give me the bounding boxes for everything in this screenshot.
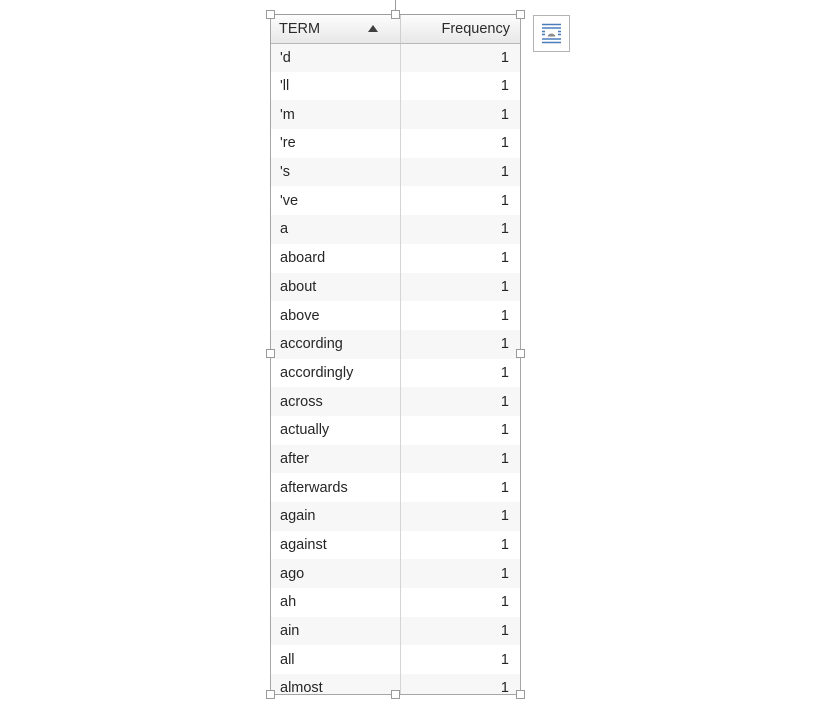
table-row[interactable]: ah 1: [271, 588, 520, 617]
cell-term: all: [271, 645, 401, 675]
table-row[interactable]: aboard 1: [271, 243, 520, 273]
cell-term: 've: [271, 186, 401, 216]
cell-term: about: [271, 272, 401, 302]
table-row[interactable]: 're 1: [271, 129, 520, 158]
column-header-frequency[interactable]: Frequency: [400, 15, 520, 44]
cell-frequency: 1: [400, 71, 520, 101]
cell-frequency: 1: [400, 588, 520, 617]
layout-options-button[interactable]: [533, 15, 570, 52]
resize-handle-middle-right[interactable]: [516, 349, 525, 358]
cell-frequency: 1: [400, 157, 520, 187]
table-row[interactable]: a1: [271, 215, 520, 244]
cell-frequency: 1: [400, 186, 520, 216]
table-header: TERM Frequency: [271, 15, 520, 44]
resize-handle-top-left[interactable]: [266, 10, 275, 19]
term-frequency-table: TERM Frequency 'd 1'll 1'm 1're 1's 1've 1 a 1 ab…: [271, 15, 520, 694]
table-row[interactable]: ago 1: [271, 559, 520, 589]
cell-term: according: [271, 329, 401, 359]
cell-term: accordingly: [271, 358, 401, 388]
table-row[interactable]: 's 1: [271, 157, 520, 187]
cell-frequency: 1: [400, 530, 520, 560]
cell-term: across: [271, 387, 401, 416]
resize-handle-top-center[interactable]: [391, 10, 400, 19]
table-row[interactable]: after 1: [271, 444, 520, 474]
table-row[interactable]: across 1: [271, 387, 520, 416]
table-row[interactable]: 'm 1: [271, 100, 520, 130]
table-row[interactable]: afterwards 1: [271, 473, 520, 502]
table-row[interactable]: 've 1: [271, 186, 520, 216]
cell-frequency: 1: [400, 559, 520, 589]
cell-frequency: 1: [400, 43, 520, 72]
cell-term: again: [271, 502, 401, 531]
column-header-frequency-label: Frequency: [441, 20, 510, 37]
cell-frequency: 1: [400, 674, 520, 694]
cell-term: 'm: [271, 100, 401, 130]
layout-options-icon: [542, 23, 561, 44]
resize-handle-top-right[interactable]: [516, 10, 525, 19]
cell-term: after: [271, 444, 401, 474]
cell-term: afterwards: [271, 473, 401, 502]
cell-frequency: 1: [400, 100, 520, 130]
table-body: 'd 1'll 1'm 1're 1's 1've 1 a 1 aboard 1 about 1 abov…: [271, 43, 520, 694]
resize-handle-bottom-right[interactable]: [516, 690, 525, 699]
term-frequency-table-object[interactable]: TERM Frequency 'd 1'll 1'm 1're 1's 1've 1 a 1 ab…: [270, 14, 521, 695]
cell-frequency: 1: [400, 387, 520, 416]
cell-frequency: 1: [400, 129, 520, 158]
sort-ascending-icon: [367, 25, 378, 33]
cell-term: against: [271, 530, 401, 560]
cell-term: a: [271, 215, 401, 244]
table-row[interactable]: all 1: [271, 645, 520, 675]
table-row[interactable]: according 1: [271, 329, 520, 359]
cell-frequency: 1: [400, 415, 520, 445]
cell-frequency: 1: [400, 444, 520, 474]
column-header-term-label: TERM: [279, 20, 321, 37]
cell-term: above: [271, 301, 401, 330]
table-row[interactable]: about 1: [271, 272, 520, 302]
resize-handle-bottom-left[interactable]: [266, 690, 275, 699]
table-header-row: TERM Frequency: [271, 15, 520, 44]
cell-term: 're: [271, 129, 401, 158]
cell-term: aboard: [271, 243, 401, 273]
cell-frequency: 1: [400, 301, 520, 330]
table-row[interactable]: 'll 1: [271, 71, 520, 101]
document-canvas: TERM Frequency 'd 1'll 1'm 1're 1's 1've 1 a 1 ab…: [0, 0, 813, 704]
table-row[interactable]: actually 1: [271, 415, 520, 445]
table-row[interactable]: 'd 1: [271, 43, 520, 72]
cell-frequency: 1: [400, 329, 520, 359]
table-row[interactable]: ain 1: [271, 616, 520, 646]
table-row[interactable]: against 1: [271, 530, 520, 560]
cell-frequency: 1: [400, 272, 520, 302]
cell-frequency: 1: [400, 358, 520, 388]
cell-term: 's: [271, 157, 401, 187]
cell-frequency: 1: [400, 645, 520, 675]
cell-term: actually: [271, 415, 401, 445]
cell-term: ago: [271, 559, 401, 589]
table-row[interactable]: accordingly 1: [271, 358, 520, 388]
resize-handle-bottom-center[interactable]: [391, 690, 400, 699]
column-header-term[interactable]: TERM: [271, 15, 401, 44]
cell-term: 'd: [271, 43, 401, 72]
cell-term: ain: [271, 616, 401, 646]
cell-frequency: 1: [400, 616, 520, 646]
cell-term: almost: [271, 674, 401, 694]
cell-frequency: 1: [400, 473, 520, 502]
cell-frequency: 1: [400, 215, 520, 244]
cell-frequency: 1: [400, 502, 520, 531]
cell-frequency: 1: [400, 243, 520, 273]
resize-handle-middle-left[interactable]: [266, 349, 275, 358]
cell-term: ah: [271, 588, 401, 617]
table-row[interactable]: again 1: [271, 502, 520, 531]
cell-term: 'll: [271, 71, 401, 101]
table-row[interactable]: above 1: [271, 301, 520, 330]
